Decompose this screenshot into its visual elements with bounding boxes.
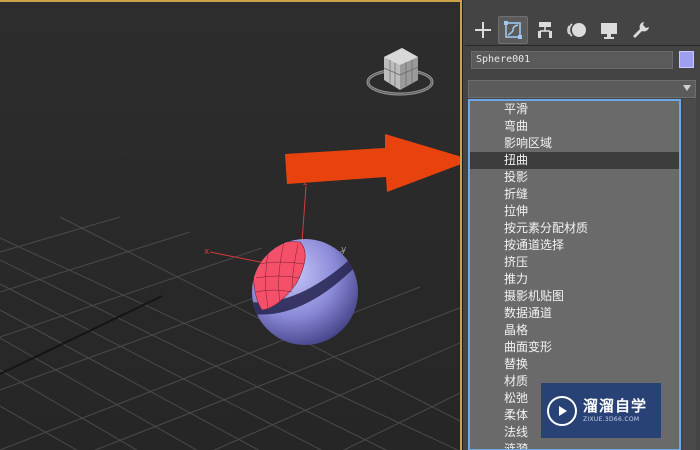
command-panel-tabs	[465, 12, 700, 46]
x-axis-label: x	[204, 247, 210, 257]
perspective-viewport[interactable]: x z y	[0, 0, 462, 450]
tab-hierarchy[interactable]	[530, 16, 560, 44]
modifier-list-item[interactable]: 数据通道	[470, 305, 679, 322]
viewport-scene: x z y	[0, 48, 460, 450]
modifier-list-item[interactable]: 按通道选择	[470, 237, 679, 254]
plus-icon	[475, 22, 491, 38]
tab-display[interactable]	[594, 16, 624, 44]
modifier-list-item[interactable]: 折缝	[470, 186, 679, 203]
modifier-list-item[interactable]: 投影	[470, 169, 679, 186]
modifier-list-item[interactable]: 平滑	[470, 101, 679, 118]
modifier-list-item[interactable]: 按元素分配材质	[470, 220, 679, 237]
wrench-icon	[633, 22, 649, 38]
modifier-list-item[interactable]: 替换	[470, 356, 679, 373]
tab-motion[interactable]	[562, 16, 592, 44]
play-icon	[547, 395, 577, 426]
tab-create[interactable]	[468, 16, 498, 44]
modify-icon	[504, 21, 522, 39]
chevron-down-icon	[683, 85, 691, 91]
modifier-list-scrollbar[interactable]	[683, 99, 696, 450]
modifier-list-item[interactable]: 晶格	[470, 322, 679, 339]
modifier-list-item[interactable]: 弯曲	[470, 118, 679, 135]
modifier-list-item[interactable]: 拉伸	[470, 203, 679, 220]
watermark-title: 溜溜自学	[583, 397, 648, 415]
modifier-list-item[interactable]: 曲面变形	[470, 339, 679, 356]
watermark-url: ZIXUE.3D66.COM	[583, 416, 640, 423]
object-color-swatch[interactable]	[679, 51, 694, 68]
watermark-logo: 溜溜自学 ZIXUE.3D66.COM	[541, 383, 661, 438]
tab-utilities[interactable]	[626, 16, 656, 44]
ground-grid	[0, 216, 460, 450]
pointer-arrow	[285, 134, 460, 192]
display-icon	[601, 23, 617, 39]
modifier-list-item[interactable]: 涟漪	[470, 441, 679, 449]
modifier-list-dropdown[interactable]	[468, 80, 696, 98]
modifier-list-item[interactable]: 扭曲	[470, 152, 679, 169]
modifier-list-item[interactable]: 摄影机贴图	[470, 288, 679, 305]
tab-modify[interactable]	[498, 16, 528, 44]
modifier-list-item[interactable]: 影响区域	[470, 135, 679, 152]
modifier-list-item[interactable]: 推力	[470, 271, 679, 288]
modifier-list-item[interactable]: 挤压	[470, 254, 679, 271]
y-axis-label: y	[341, 245, 347, 255]
motion-icon	[567, 23, 586, 37]
grid-axis-line	[0, 295, 163, 375]
hierarchy-icon	[538, 22, 552, 38]
viewcube-icon[interactable]	[366, 48, 434, 96]
object-name-field[interactable]: Sphere001	[471, 51, 673, 69]
